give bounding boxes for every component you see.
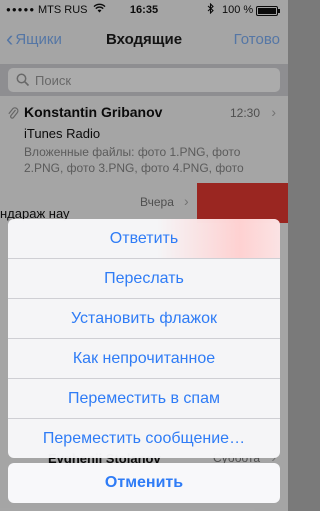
forward-button[interactable]: Переслать — [8, 259, 280, 299]
action-sheet: Ответить Переслать Установить флажок Как… — [8, 219, 280, 458]
move-message-button[interactable]: Переместить сообщение… — [8, 419, 280, 458]
mail-screen: ●●●●● MTS RUS 16:35 100 % ‹ Ящики Входящ… — [0, 0, 288, 511]
reply-button[interactable]: Ответить — [8, 219, 280, 259]
move-to-spam-button[interactable]: Переместить в спам — [8, 379, 280, 419]
mark-unread-button[interactable]: Как непрочитанное — [8, 339, 280, 379]
cancel-button[interactable]: Отменить — [8, 463, 280, 503]
flag-button[interactable]: Установить флажок — [8, 299, 280, 339]
